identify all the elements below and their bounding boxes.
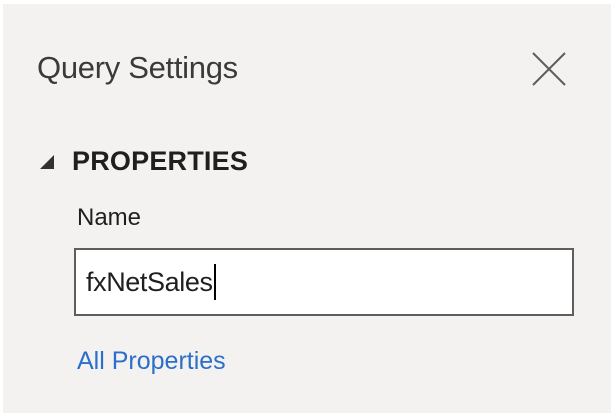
text-caret (213, 264, 216, 300)
all-properties-link[interactable]: All Properties (77, 347, 226, 376)
properties-section-toggle[interactable]: PROPERTIES (37, 146, 248, 177)
query-settings-pane: Query Settings PROPERTIES Name fxNetSale… (3, 4, 611, 413)
query-name-value[interactable]: fxNetSales (86, 267, 213, 298)
properties-section-title: PROPERTIES (72, 146, 249, 176)
close-icon (532, 52, 566, 86)
expanded-triangle-icon (40, 154, 54, 169)
query-name-input[interactable]: fxNetSales (74, 248, 574, 316)
pane-title: Query Settings (37, 50, 238, 85)
close-button[interactable] (527, 47, 573, 93)
name-label: Name (77, 204, 142, 231)
